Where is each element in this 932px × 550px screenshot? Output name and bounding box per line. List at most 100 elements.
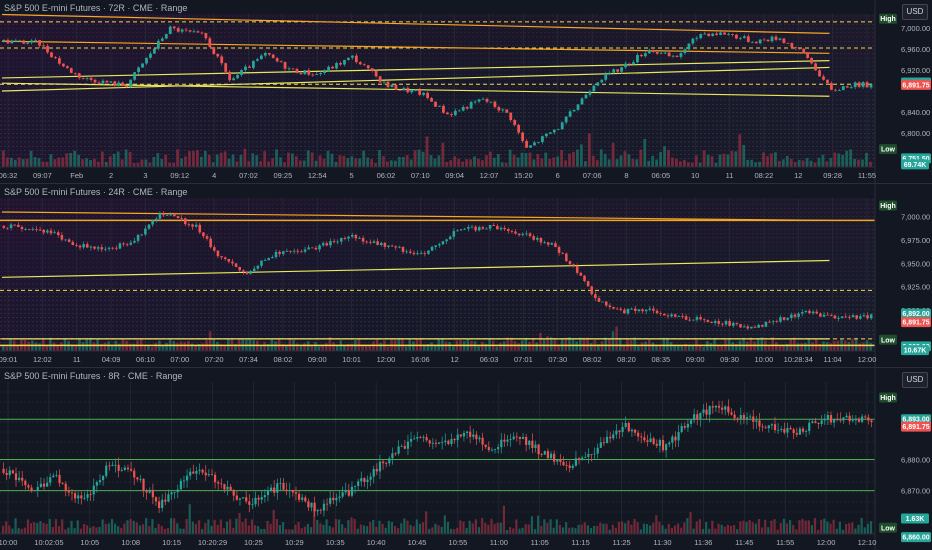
candle	[703, 33, 707, 35]
candle	[69, 68, 73, 73]
volume-bar	[440, 526, 443, 534]
x-tick-label: 07:02	[239, 171, 258, 180]
candle	[347, 490, 350, 496]
candle	[865, 82, 869, 88]
volume-bar	[544, 152, 548, 167]
candle	[35, 228, 38, 230]
x-tick-label: 10:00	[0, 538, 17, 547]
candle	[67, 491, 70, 493]
volume-bar	[580, 144, 583, 167]
candle	[867, 417, 870, 421]
candle	[805, 431, 808, 432]
volume-bar	[661, 525, 664, 534]
volume-bar	[490, 518, 493, 534]
volume-bar	[798, 520, 801, 534]
y-tick-label: 6,925.00	[901, 283, 930, 292]
volume-bar	[42, 522, 45, 534]
candle	[441, 441, 444, 443]
volume-bar	[210, 525, 213, 534]
volume-bar	[637, 346, 640, 351]
volume-bar	[560, 150, 564, 167]
chart-canvas-72r[interactable]: 7,000.00 6,960.00 6,920.00 6,840.00 6,800.00…	[0, 0, 932, 183]
candle	[180, 218, 183, 219]
candle	[576, 104, 580, 110]
candle	[438, 244, 441, 246]
volume-bar	[452, 346, 455, 351]
candle	[89, 246, 93, 248]
candle	[144, 228, 147, 235]
candle	[26, 42, 30, 44]
volume-bar	[328, 525, 331, 534]
volume-bar	[655, 345, 658, 351]
volume-bar	[326, 150, 330, 167]
volume-bar	[680, 527, 683, 534]
volume-bar	[404, 346, 408, 351]
volume-bar	[120, 159, 124, 167]
candle	[746, 326, 750, 329]
candle	[594, 294, 597, 299]
currency-button[interactable]: USD	[902, 372, 928, 388]
chart-pane-24r[interactable]: 7,000.006,975.006,950.006,925.006,900.00…	[0, 184, 932, 367]
candle	[332, 497, 335, 501]
volume-bar	[76, 520, 79, 534]
volume-bar	[640, 342, 644, 351]
candle	[418, 89, 422, 95]
volume-bar	[211, 162, 215, 167]
candle	[658, 440, 662, 446]
candle	[674, 436, 677, 441]
chart-canvas-8r[interactable]: 6,880.006,870.00High6,893.006,891.751.63…	[0, 368, 932, 550]
volume-bar	[869, 161, 872, 167]
candle	[819, 313, 822, 317]
candle	[78, 245, 82, 248]
volume-bar	[857, 524, 860, 534]
volume-bar	[673, 525, 677, 534]
volume-bar	[428, 528, 431, 534]
candle	[55, 474, 58, 476]
candle	[372, 241, 376, 243]
x-tick-label: 08:02	[583, 355, 602, 364]
candle	[758, 39, 762, 44]
candle	[387, 245, 390, 247]
candle	[806, 52, 810, 58]
candle	[568, 465, 571, 469]
x-tick-label: 11:25	[612, 538, 630, 547]
volume-bar	[599, 522, 602, 534]
candle	[814, 63, 817, 71]
price-badge-label: High	[880, 395, 896, 402]
candle	[730, 412, 733, 415]
chart-pane-72r[interactable]: 7,000.00 6,960.00 6,920.00 6,840.00 6,800.00…	[0, 0, 932, 183]
volume-bar	[213, 519, 216, 534]
chart-pane-8r[interactable]: 6,880.00 6,870.00 High 6,893.00 6,891.75 1.63…	[0, 368, 932, 550]
candle	[413, 438, 416, 440]
candle	[461, 106, 465, 111]
volume-bar	[253, 525, 257, 534]
volume-bar	[259, 345, 263, 351]
volume-bar	[374, 162, 377, 167]
candle	[285, 251, 289, 252]
volume-bar	[485, 155, 488, 167]
candle	[80, 495, 83, 499]
candle	[689, 420, 693, 424]
candle	[117, 464, 120, 471]
candle	[581, 457, 584, 460]
candle	[257, 497, 260, 500]
volume-bar	[536, 154, 540, 167]
candle	[671, 55, 675, 57]
x-tick-label: 10:15	[162, 538, 181, 547]
currency-button[interactable]: USD	[902, 4, 928, 20]
candle	[677, 316, 681, 317]
candle	[557, 247, 561, 253]
volume-bar	[266, 520, 269, 534]
volume-bar	[492, 157, 496, 167]
candle	[38, 40, 41, 46]
chart-canvas-24r[interactable]: 7,000.006,975.006,950.006,925.006,900.00…	[0, 184, 932, 367]
volume-bar	[499, 522, 502, 534]
candle	[111, 247, 114, 249]
candle	[77, 73, 81, 78]
x-tick-label: 09:01	[0, 355, 17, 364]
candle	[245, 271, 249, 274]
candle	[271, 54, 275, 59]
volume-bar	[201, 529, 204, 534]
volume-bar	[156, 153, 160, 167]
volume-bar	[631, 158, 635, 167]
